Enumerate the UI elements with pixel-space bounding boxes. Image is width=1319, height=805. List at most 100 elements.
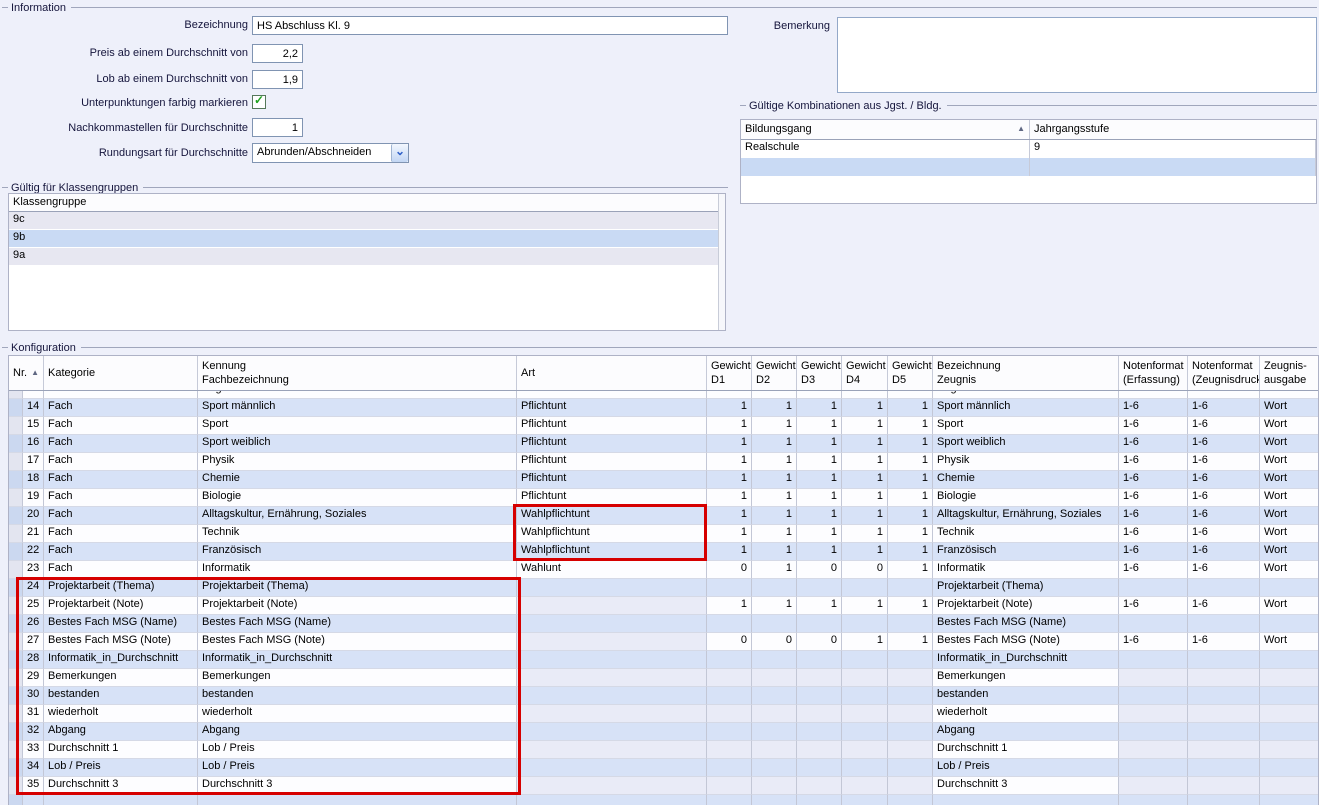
cell-art[interactable] [517, 777, 707, 795]
table-row[interactable]: 23FachInformatikWahlunt01001Informatik1-… [9, 561, 1318, 579]
column-header-kategorie[interactable]: Kategorie [44, 356, 198, 390]
cell-kategorie[interactable]: Durchschnitt 3 [44, 777, 198, 795]
cell-bez[interactable]: Sport [933, 417, 1119, 435]
cell-g1[interactable]: 1 [752, 561, 797, 579]
cell-g3[interactable]: 1 [842, 525, 888, 543]
cell-g3[interactable]: 1 [842, 391, 888, 399]
cell-kennung[interactable]: Französisch [198, 543, 517, 561]
column-header-gewicht-d4[interactable]: Gewicht D4 [842, 356, 888, 390]
cell-g1[interactable]: 1 [752, 417, 797, 435]
cell-nr[interactable]: 28 [23, 651, 44, 669]
cell-g1[interactable] [752, 705, 797, 723]
column-header-art[interactable]: Art [517, 356, 707, 390]
cell-g0[interactable] [707, 579, 752, 597]
cell-g3[interactable] [842, 759, 888, 777]
cell-g4[interactable]: 1 [888, 561, 933, 579]
cell-nf_druck[interactable]: 1-6 [1188, 435, 1260, 453]
cell-g4[interactable] [888, 705, 933, 723]
cell-bez[interactable]: Chemie [933, 471, 1119, 489]
column-header-notenformat-zeugnisdruck[interactable]: Notenformat (Zeugnisdruck) [1188, 356, 1260, 390]
cell-kennung[interactable]: Projektarbeit (Note) [198, 597, 517, 615]
cell-art[interactable] [517, 651, 707, 669]
cell-nf_druck[interactable]: 1-6 [1188, 453, 1260, 471]
cell-nf_erfassung[interactable]: 1-6 [1119, 525, 1188, 543]
bezeichnung-input[interactable] [252, 16, 728, 35]
cell-kategorie[interactable]: Bemerkungen [44, 669, 198, 687]
vertical-scrollbar[interactable] [718, 194, 725, 330]
cell-g2[interactable]: 1 [797, 417, 842, 435]
cell-art[interactable]: Pflichtunt [517, 453, 707, 471]
cell-g1[interactable]: 1 [752, 435, 797, 453]
cell-art[interactable]: Pflichtunt [517, 399, 707, 417]
cell-kategorie[interactable]: Fach [44, 471, 198, 489]
cell-g4[interactable]: 1 [888, 399, 933, 417]
cell-g2[interactable]: 1 [797, 507, 842, 525]
cell-g3[interactable] [842, 651, 888, 669]
cell-g3[interactable] [842, 741, 888, 759]
cell-g0[interactable] [707, 687, 752, 705]
cell-kategorie[interactable]: Bestes Fach MSG (Name) [44, 615, 198, 633]
cell-kennung[interactable]: Chemie [198, 471, 517, 489]
column-header-jahrgangsstufe[interactable]: Jahrgangsstufe [1030, 120, 1316, 139]
cell-nf_erfassung[interactable]: 1-6 [1119, 633, 1188, 651]
cell-g0[interactable]: 1 [707, 453, 752, 471]
cell-g3[interactable] [842, 723, 888, 741]
cell-nr[interactable]: 19 [23, 489, 44, 507]
cell-bez[interactable]: wiederholt [933, 705, 1119, 723]
cell-kategorie[interactable]: Fach [44, 399, 198, 417]
cell-bez[interactable]: Alltagskultur, Ernährung, Soziales [933, 507, 1119, 525]
cell-nf_erfassung[interactable] [1119, 795, 1188, 805]
list-item-klassengruppe[interactable]: 9b [9, 230, 725, 248]
cell-g1[interactable] [752, 669, 797, 687]
cell-g2[interactable] [797, 651, 842, 669]
cell-ausgabe[interactable] [1260, 795, 1318, 805]
cell-nf_druck[interactable]: 1-6 [1188, 507, 1260, 525]
cell-jahrgangsstufe[interactable]: 9 [1030, 140, 1316, 158]
cell-bez[interactable]: Projektarbeit (Thema) [933, 579, 1119, 597]
cell-g0[interactable]: 0 [707, 633, 752, 651]
cell-g0[interactable] [707, 741, 752, 759]
cell-kennung[interactable]: Bemerkungen [198, 669, 517, 687]
cell-g4[interactable]: 1 [888, 453, 933, 471]
cell-klassengruppe[interactable]: 9a [9, 248, 725, 265]
cell-nr[interactable] [23, 795, 44, 805]
cell-g2[interactable] [797, 741, 842, 759]
cell-art[interactable]: Pflichtunt [517, 417, 707, 435]
cell-art[interactable]: Wahlunt [517, 561, 707, 579]
table-row[interactable]: 32AbgangAbgangAbgang [9, 723, 1318, 741]
cell-kategorie[interactable]: Projektarbeit (Note) [44, 597, 198, 615]
table-row[interactable]: 20FachAlltagskultur, Ernährung, Soziales… [9, 507, 1318, 525]
cell-bez[interactable]: Biologie [933, 489, 1119, 507]
cell-nr[interactable]: 25 [23, 597, 44, 615]
cell-kennung[interactable]: Projektarbeit (Thema) [198, 579, 517, 597]
cell-g3[interactable] [842, 687, 888, 705]
cell-g1[interactable] [752, 723, 797, 741]
cell-kategorie[interactable]: Fach [44, 453, 198, 471]
cell-art[interactable]: Pflichtunt [517, 391, 707, 399]
table-row[interactable]: 18FachChemiePflichtunt11111Chemie1-61-6W… [9, 471, 1318, 489]
cell-ausgabe[interactable] [1260, 615, 1318, 633]
column-header-klassengruppe[interactable]: Klassengruppe [9, 194, 725, 211]
cell-art[interactable] [517, 597, 707, 615]
cell-nf_druck[interactable]: 1-6 [1188, 391, 1260, 399]
cell-g4[interactable]: 1 [888, 435, 933, 453]
cell-g1[interactable]: 0 [752, 633, 797, 651]
cell-nf_erfassung[interactable] [1119, 615, 1188, 633]
cell-g4[interactable] [888, 723, 933, 741]
cell-art[interactable] [517, 705, 707, 723]
cell-kennung[interactable]: Lob / Preis [198, 741, 517, 759]
table-row[interactable]: 15FachSportPflichtunt11111Sport1-61-6Wor… [9, 417, 1318, 435]
column-header-notenformat-erfassung[interactable]: Notenformat (Erfassung) [1119, 356, 1188, 390]
cell-ausgabe[interactable]: Wort [1260, 561, 1318, 579]
cell-kennung[interactable]: Biologie [198, 489, 517, 507]
cell-nf_erfassung[interactable] [1119, 705, 1188, 723]
cell-kennung[interactable]: Alltagskultur, Ernährung, Soziales [198, 507, 517, 525]
cell-g4[interactable]: 1 [888, 633, 933, 651]
cell-nf_erfassung[interactable]: 1-6 [1119, 561, 1188, 579]
table-row[interactable]: Realschule9 [741, 140, 1316, 158]
cell-g4[interactable] [888, 669, 933, 687]
cell-g3[interactable]: 1 [842, 435, 888, 453]
table-row[interactable]: 19FachBiologiePflichtunt11111Biologie1-6… [9, 489, 1318, 507]
cell-g4[interactable] [888, 741, 933, 759]
cell-g2[interactable]: 1 [797, 597, 842, 615]
